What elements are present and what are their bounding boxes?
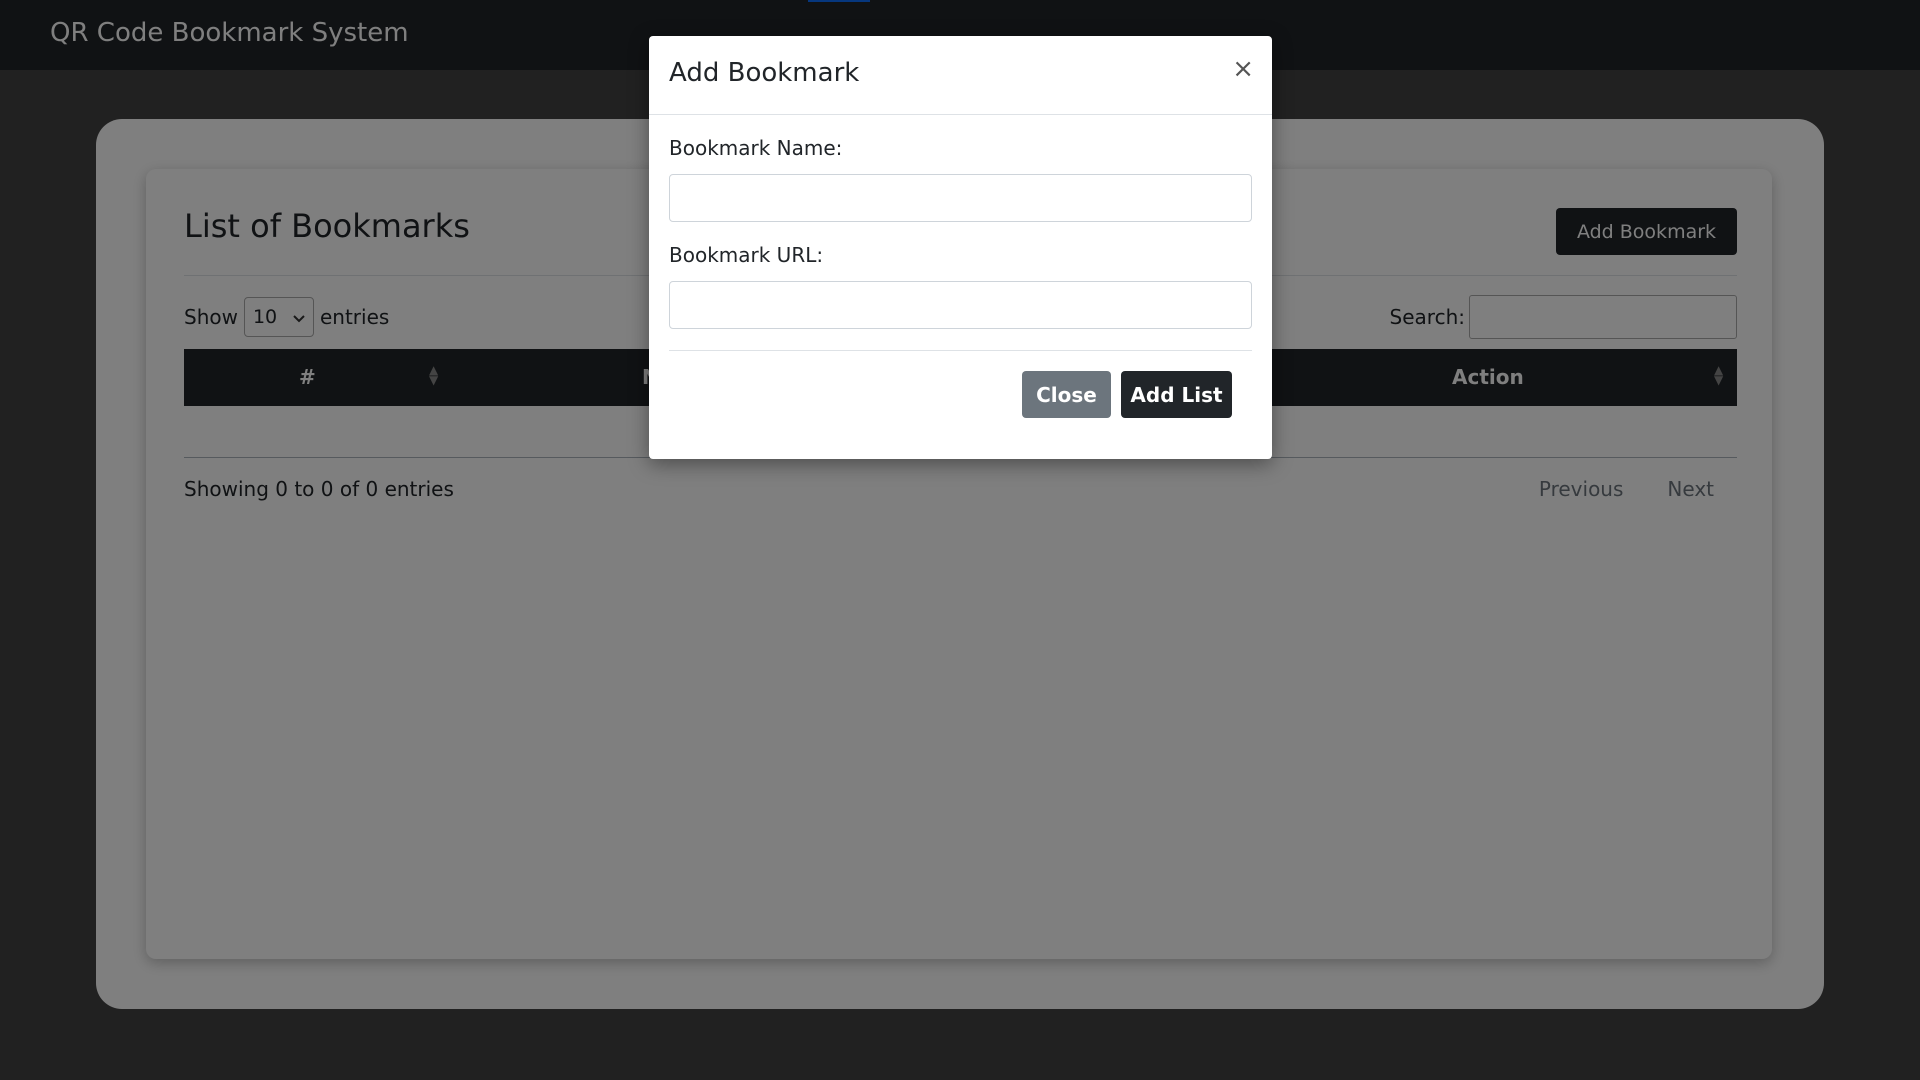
- add-bookmark-modal: Add Bookmark × Bookmark Name: Bookmark U…: [649, 36, 1272, 459]
- modal-header-divider: [649, 114, 1272, 115]
- add-list-button[interactable]: Add List: [1121, 371, 1232, 418]
- modal-footer-divider: [669, 350, 1252, 351]
- close-button[interactable]: Close: [1022, 371, 1111, 418]
- bookmark-url-input[interactable]: [669, 281, 1252, 329]
- bookmark-url-label: Bookmark URL:: [669, 243, 824, 267]
- bookmark-name-input[interactable]: [669, 174, 1252, 222]
- modal-title: Add Bookmark: [669, 58, 860, 88]
- bookmark-name-label: Bookmark Name:: [669, 136, 843, 160]
- close-icon[interactable]: ×: [1232, 56, 1254, 82]
